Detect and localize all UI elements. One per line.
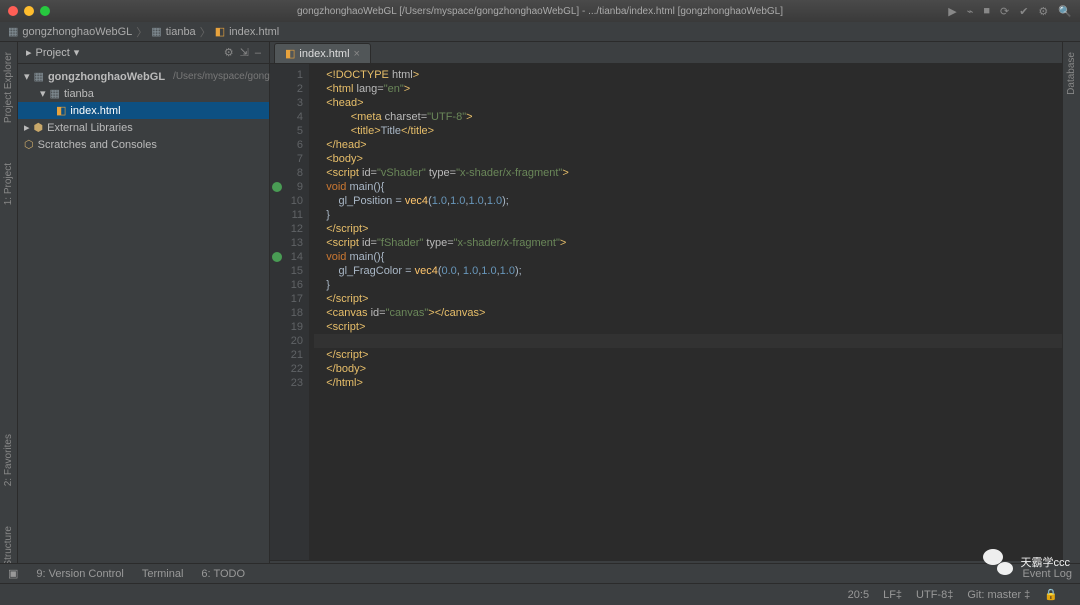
lock-icon[interactable]: 🔒 bbox=[1044, 588, 1058, 601]
debug-icon[interactable]: ⌁ bbox=[967, 5, 974, 18]
sidebar-header: ▸ Project ▾ ⚙ ⇲ – bbox=[18, 42, 269, 64]
folder-icon: ▦ bbox=[151, 25, 161, 38]
terminal-tool[interactable]: Terminal bbox=[142, 568, 184, 580]
scratch-icon: ⬡ bbox=[24, 138, 34, 151]
run-icon[interactable]: ▶ bbox=[948, 5, 956, 18]
separator: 〉 bbox=[136, 24, 147, 40]
tree-project-root[interactable]: ▾ ▦ gongzhonghaoWebGL /Users/myspace/gon… bbox=[18, 68, 269, 85]
tree-file-index[interactable]: ◧ index.html bbox=[18, 102, 269, 119]
left-tool-strip: Project Explorer 1: Project 2: Favorites… bbox=[0, 42, 18, 578]
line-gutter: 1234567891011121314151617181920212223 bbox=[270, 64, 310, 560]
html-file-icon: ◧ bbox=[285, 47, 295, 60]
project-explorer-tool[interactable]: Project Explorer bbox=[3, 52, 14, 123]
gear-icon[interactable]: ⚙ bbox=[1038, 5, 1048, 18]
breadcrumb-folder[interactable]: tianba bbox=[166, 26, 196, 38]
event-log-tool[interactable]: Event Log bbox=[1022, 568, 1072, 580]
tree-folder-tianba[interactable]: ▾ ▦ tianba bbox=[18, 85, 269, 102]
project-dropdown-icon[interactable]: ▸ bbox=[26, 46, 32, 59]
todo-tool[interactable]: 6: TODO bbox=[201, 568, 245, 580]
expand-icon[interactable]: ▸ bbox=[24, 121, 30, 134]
project-tree: ▾ ▦ gongzhonghaoWebGL /Users/myspace/gon… bbox=[18, 64, 269, 157]
html-file-icon: ◧ bbox=[56, 104, 66, 117]
folder-icon: ▦ bbox=[50, 87, 60, 100]
separator: 〉 bbox=[200, 24, 211, 40]
tree-label: Scratches and Consoles bbox=[38, 139, 157, 151]
bottom-tool-bar: ▣ 9: Version Control Terminal 6: TODO Ev… bbox=[0, 563, 1080, 583]
tab-index-html[interactable]: ◧ index.html × bbox=[274, 43, 371, 63]
tree-label: External Libraries bbox=[47, 122, 133, 134]
sidebar-title[interactable]: Project bbox=[36, 47, 70, 59]
folder-icon: ▦ bbox=[8, 25, 18, 38]
project-tool[interactable]: 1: Project bbox=[3, 163, 14, 205]
close-window[interactable] bbox=[8, 6, 18, 16]
database-tool[interactable]: Database bbox=[1066, 52, 1077, 95]
breadcrumb-file[interactable]: index.html bbox=[229, 26, 279, 38]
line-separator[interactable]: LF‡ bbox=[883, 589, 902, 601]
tree-label: tianba bbox=[64, 88, 94, 100]
favorites-tool[interactable]: 2: Favorites bbox=[3, 434, 14, 486]
html-file-icon: ◧ bbox=[215, 25, 225, 38]
cursor-position[interactable]: 20:5 bbox=[848, 589, 869, 601]
window-controls bbox=[8, 6, 50, 16]
minimize-window[interactable] bbox=[24, 6, 34, 16]
expand-icon[interactable]: ▾ bbox=[40, 87, 46, 100]
tree-label: gongzhonghaoWebGL bbox=[48, 71, 165, 83]
hide-icon[interactable]: – bbox=[255, 47, 261, 59]
window-title: gongzhonghaoWebGL [/Users/myspace/gongzh… bbox=[297, 6, 783, 17]
gear-icon[interactable]: ⚙ bbox=[224, 46, 234, 59]
breadcrumb-root[interactable]: gongzhonghaoWebGL bbox=[22, 26, 132, 38]
editor-area: ◧ index.html × 1234567891011121314151617… bbox=[270, 42, 1062, 578]
toolbar-right: ▶ ⌁ ■ ⟳ ✔ ⚙ 🔍 bbox=[948, 5, 1072, 18]
titlebar: gongzhonghaoWebGL [/Users/myspace/gongzh… bbox=[0, 0, 1080, 22]
project-sidebar: ▸ Project ▾ ⚙ ⇲ – ▾ ▦ gongzhonghaoWebGL … bbox=[18, 42, 270, 578]
editor-tabs: ◧ index.html × bbox=[270, 42, 1062, 64]
vcs-commit-icon[interactable]: ✔ bbox=[1019, 5, 1028, 18]
right-tool-strip: Database bbox=[1062, 42, 1080, 578]
zoom-window[interactable] bbox=[40, 6, 50, 16]
collapse-icon[interactable]: ⇲ bbox=[240, 46, 249, 59]
tree-external-libraries[interactable]: ▸ ⬢ External Libraries bbox=[18, 119, 269, 136]
tree-label: index.html bbox=[70, 105, 120, 117]
library-icon: ⬢ bbox=[34, 121, 44, 134]
file-encoding[interactable]: UTF-8‡ bbox=[916, 589, 953, 601]
version-control-tool[interactable]: 9: Version Control bbox=[36, 568, 123, 580]
git-branch[interactable]: Git: master ‡ bbox=[967, 589, 1030, 601]
expand-icon[interactable]: ▾ bbox=[24, 70, 30, 83]
stop-icon[interactable]: ■ bbox=[983, 5, 990, 18]
editor[interactable]: 1234567891011121314151617181920212223 <!… bbox=[270, 64, 1062, 560]
vcs-update-icon[interactable]: ⟳ bbox=[1000, 5, 1009, 18]
search-icon[interactable]: 🔍 bbox=[1058, 5, 1072, 18]
chevron-down-icon[interactable]: ▾ bbox=[74, 46, 80, 59]
folder-icon: ▦ bbox=[34, 70, 44, 83]
tool-window-icon[interactable]: ▣ bbox=[8, 567, 18, 580]
tree-scratches[interactable]: ⬡ Scratches and Consoles bbox=[18, 136, 269, 153]
close-icon[interactable]: × bbox=[354, 48, 360, 60]
status-bar: 20:5 LF‡ UTF-8‡ Git: master ‡ 🔒 bbox=[0, 583, 1080, 605]
code-content[interactable]: <!DOCTYPE html> <html lang="en"> <head> … bbox=[310, 64, 1062, 560]
navigation-bar: ▦ gongzhonghaoWebGL 〉 ▦ tianba 〉 ◧ index… bbox=[0, 22, 1080, 42]
tab-label: index.html bbox=[299, 48, 349, 60]
